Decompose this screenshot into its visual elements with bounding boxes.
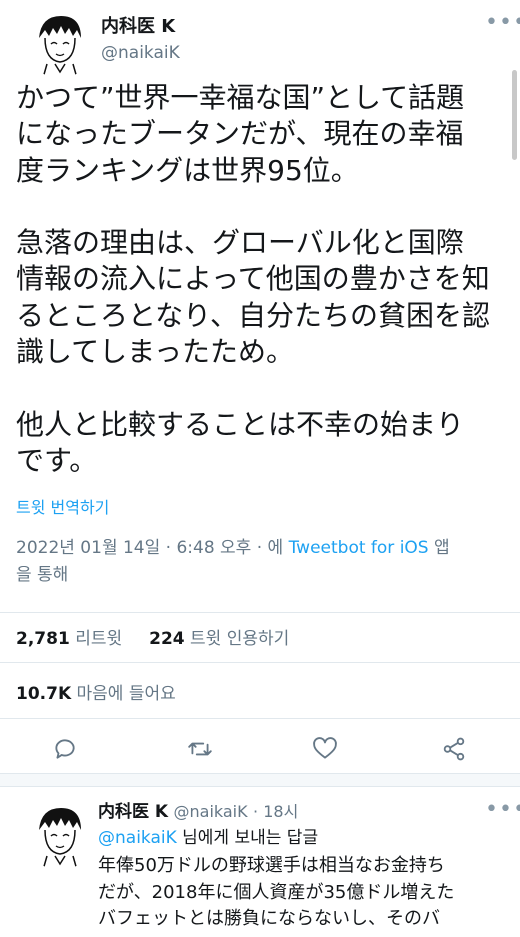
reply-header: 内科医 K @naikaiK · 18시: [98, 797, 298, 822]
user-handle[interactable]: @naikaiK: [101, 43, 180, 63]
replying-to-label: 님에게 보내는 답글: [176, 828, 319, 848]
replying-to: @naikaiK 님에게 보내는 답글: [98, 823, 318, 848]
timestamp-text: 2022년 01월 14일 · 6:48 오후 · 에: [16, 538, 289, 558]
reply-time: · 18시: [253, 802, 299, 821]
translate-tweet-link[interactable]: 트윗 번역하기: [16, 494, 109, 518]
quote-label: 트윗 인용하기: [190, 629, 290, 649]
divider: [0, 612, 520, 613]
divider: [0, 718, 520, 719]
retweet-count: 2,781: [16, 629, 70, 649]
quote-count: 224: [149, 629, 185, 649]
reply-text: 年俸50万ドルの野球選手は相当なお金持ち だが、2018年に個人資産が35億ドル…: [98, 855, 455, 929]
replying-to-handle[interactable]: @naikaiK: [98, 828, 177, 848]
retweet-label: 리트윗: [75, 629, 123, 649]
timestamp-suffix: 앱: [428, 538, 450, 558]
scrollbar[interactable]: [512, 70, 517, 160]
like-icon[interactable]: [312, 736, 338, 766]
like-label: 마음에 들어요: [76, 684, 176, 704]
display-name[interactable]: 内科医 K: [101, 12, 175, 38]
avatar[interactable]: [25, 8, 95, 78]
timestamp-via: 을 통해: [16, 565, 69, 585]
like-count: 10.7K: [16, 684, 72, 704]
reply-more-icon[interactable]: •••: [485, 797, 520, 822]
retweet-icon[interactable]: [187, 736, 213, 766]
tweet-text: かつて”世界一幸福な国”として話題 になったブータンだが、現在の幸福 度ランキン…: [16, 81, 491, 477]
divider: [0, 662, 520, 663]
like-stats[interactable]: 10.7K 마음에 들어요: [16, 679, 176, 704]
reply-display-name[interactable]: 内科医 K: [98, 802, 168, 822]
client-link[interactable]: Tweetbot for iOS: [289, 538, 429, 558]
more-icon[interactable]: •••: [485, 10, 520, 35]
reply-avatar[interactable]: [25, 800, 95, 870]
reply-icon[interactable]: [52, 736, 78, 766]
reply-handle[interactable]: @naikaiK: [174, 802, 248, 821]
section-separator: [0, 773, 520, 787]
tweet-timestamp: 2022년 01월 14일 · 6:48 오후 · 에 Tweetbot for…: [16, 535, 511, 589]
share-icon[interactable]: [441, 736, 467, 766]
retweet-stats[interactable]: 2,781 리트윗 224 트윗 인용하기: [16, 624, 289, 649]
